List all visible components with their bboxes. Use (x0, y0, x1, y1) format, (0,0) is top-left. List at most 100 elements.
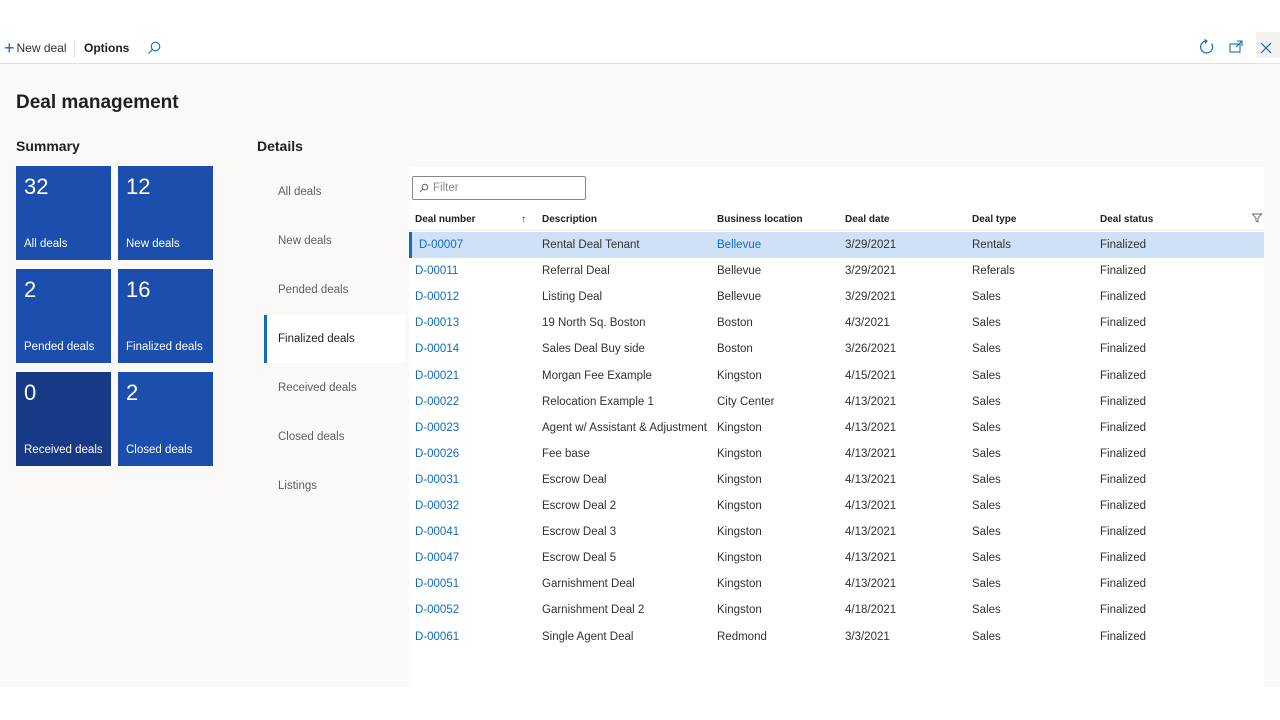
tile-finalized-deals[interactable]: 16 Finalized deals (118, 269, 213, 363)
table-row[interactable]: D-00011 Referral Deal Bellevue 3/29/2021 Ref… (409, 258, 1264, 284)
open-in-new-window-icon[interactable] (1227, 38, 1245, 56)
deal-status-cell: Finalized (1100, 421, 1147, 434)
tab-finalized-deals[interactable]: Finalized deals (264, 315, 405, 363)
tile-count: 0 (24, 380, 37, 405)
tile-all-deals[interactable]: 32 All deals (16, 166, 111, 260)
table-row[interactable]: D-00007 Rental Deal Tenant Bellevue 3/29/20… (409, 232, 1264, 258)
business-location-cell: Kingston (717, 526, 762, 539)
table-row[interactable]: D-00041 Escrow Deal 3 Kingston 4/13/2021 Sal… (409, 519, 1264, 545)
table-row[interactable]: D-00013 19 North Sq. Boston Boston 4/3/2021… (409, 310, 1264, 336)
deal-date-cell: 4/18/2021 (845, 604, 897, 617)
tab-received-deals[interactable]: Received deals (264, 364, 405, 412)
deal-number-link[interactable]: D-00023 (415, 422, 459, 434)
description-cell: Single Agent Deal (542, 630, 634, 643)
deal-number-link[interactable]: D-00021 (415, 370, 459, 382)
deal-number-link[interactable]: D-00026 (415, 448, 459, 460)
deal-number-link[interactable]: D-00047 (415, 552, 459, 564)
deal-date-cell: 4/13/2021 (845, 447, 897, 460)
deal-number-link[interactable]: D-00052 (415, 604, 459, 616)
deal-type-cell: Sales (972, 369, 1001, 382)
tile-label: New deals (126, 238, 180, 250)
sort-ascending-icon[interactable]: ↑ (521, 214, 526, 225)
description-cell: Referral Deal (542, 265, 610, 278)
deal-date-cell: 4/13/2021 (845, 500, 897, 512)
toolbar-divider (74, 40, 75, 58)
new-deal-button[interactable]: + New deal (4, 39, 67, 57)
deal-number-link[interactable]: D-00013 (415, 317, 459, 329)
table-row[interactable]: D-00032 Escrow Deal 2 Kingston 4/13/2021 Sal… (409, 493, 1264, 519)
deal-type-cell: Sales (972, 604, 1001, 617)
table-row[interactable]: D-00021 Morgan Fee Example Kingston 4/15/20… (409, 363, 1264, 389)
tab-listings[interactable]: Listings (264, 462, 405, 510)
deal-date-cell: 4/3/2021 (845, 317, 890, 330)
refresh-icon[interactable] (1198, 38, 1216, 56)
page-title: Deal management (16, 92, 179, 113)
table-row[interactable]: D-00052 Garnishment Deal 2 Kingston 4/18/20… (409, 597, 1264, 623)
business-location-cell: Kingston (717, 578, 762, 591)
deal-number-link[interactable]: D-00041 (415, 526, 459, 538)
filter-input[interactable] (433, 182, 573, 194)
deal-number-link[interactable]: D-00007 (419, 239, 463, 251)
column-header-deal-type[interactable]: Deal type (972, 214, 1016, 225)
description-cell: Listing Deal (542, 291, 603, 304)
tab-pended-deals[interactable]: Pended deals (264, 266, 405, 314)
tile-label: Pended deals (24, 341, 95, 353)
search-icon (419, 183, 429, 193)
tile-new-deals[interactable]: 12 New deals (118, 166, 213, 260)
search-icon[interactable] (146, 40, 162, 56)
deal-type-cell: Sales (972, 343, 1001, 356)
deal-status-cell: Finalized (1100, 447, 1147, 460)
column-header-deal-number[interactable]: Deal number (415, 214, 476, 225)
new-deal-label: New deal (16, 41, 67, 55)
business-location-cell: Kingston (717, 369, 762, 382)
deal-type-cell: Sales (972, 630, 1001, 643)
business-location-cell: Kingston (717, 473, 762, 486)
deal-number-link[interactable]: D-00012 (415, 291, 459, 303)
description-cell: Escrow Deal 2 (542, 500, 617, 512)
table-row[interactable]: D-00051 Garnishment Deal Kingston 4/13/2021… (409, 571, 1264, 597)
business-location-cell: Boston (717, 317, 753, 330)
deal-number-link[interactable]: D-00011 (415, 265, 458, 277)
table-row[interactable]: D-00023 Agent w/ Assistant & Adjustment Ki… (409, 415, 1264, 441)
table-row[interactable]: D-00026 Fee base Kingston 4/13/2021 Sales Fin… (409, 441, 1264, 467)
filter-box[interactable] (412, 176, 586, 200)
grid-header: Deal number ↑ Description Business locat… (409, 207, 1264, 231)
table-row[interactable]: D-00022 Relocation Example 1 City Center 4/… (409, 389, 1264, 415)
tile-label: Closed deals (126, 444, 193, 456)
deal-status-cell: Finalized (1100, 395, 1147, 408)
tile-label: All deals (24, 238, 68, 250)
deal-number-link[interactable]: D-00031 (415, 474, 459, 486)
deal-number-link[interactable]: D-00022 (415, 396, 459, 408)
deal-status-cell: Finalized (1100, 500, 1147, 512)
tile-received-deals[interactable]: 0 Received deals (16, 372, 111, 466)
funnel-icon[interactable] (1252, 213, 1262, 223)
description-cell: 19 North Sq. Boston (542, 317, 646, 330)
tab-new-deals[interactable]: New deals (264, 217, 405, 265)
tab-all-deals[interactable]: All deals (264, 168, 405, 216)
deal-type-cell: Sales (972, 473, 1001, 486)
tile-pended-deals[interactable]: 2 Pended deals (16, 269, 111, 363)
deal-type-cell: Rentals (972, 239, 1011, 251)
deal-type-cell: Referals (972, 265, 1015, 278)
table-row[interactable]: D-00047 Escrow Deal 5 Kingston 4/13/2021 Sal… (409, 545, 1264, 571)
description-cell: Relocation Example 1 (542, 395, 654, 408)
table-row[interactable]: D-00061 Single Agent Deal Redmond 3/3/2021 S… (409, 624, 1264, 650)
deal-number-link[interactable]: D-00061 (415, 631, 459, 643)
close-icon[interactable] (1257, 39, 1275, 57)
column-header-deal-date[interactable]: Deal date (845, 214, 889, 225)
table-row[interactable]: D-00031 Escrow Deal Kingston 4/13/2021 Sales… (409, 467, 1264, 493)
tab-closed-deals[interactable]: Closed deals (264, 413, 405, 461)
business-location-cell: Bellevue (717, 239, 762, 251)
options-menu[interactable]: Options (84, 41, 129, 55)
deal-number-link[interactable]: D-00032 (415, 500, 459, 512)
deal-date-cell: 4/13/2021 (845, 421, 897, 434)
deal-number-link[interactable]: D-00014 (415, 343, 459, 355)
column-header-deal-status[interactable]: Deal status (1100, 214, 1153, 225)
deal-number-link[interactable]: D-00051 (415, 578, 459, 590)
table-row[interactable]: D-00014 Sales Deal Buy side Boston 3/26/202… (409, 336, 1264, 362)
column-header-business-location[interactable]: Business location (717, 214, 803, 225)
table-row[interactable]: D-00012 Listing Deal Bellevue 3/29/2021 Sale… (409, 284, 1264, 310)
description-cell: Morgan Fee Example (542, 369, 652, 382)
column-header-description[interactable]: Description (542, 214, 597, 225)
tile-closed-deals[interactable]: 2 Closed deals (118, 372, 213, 466)
